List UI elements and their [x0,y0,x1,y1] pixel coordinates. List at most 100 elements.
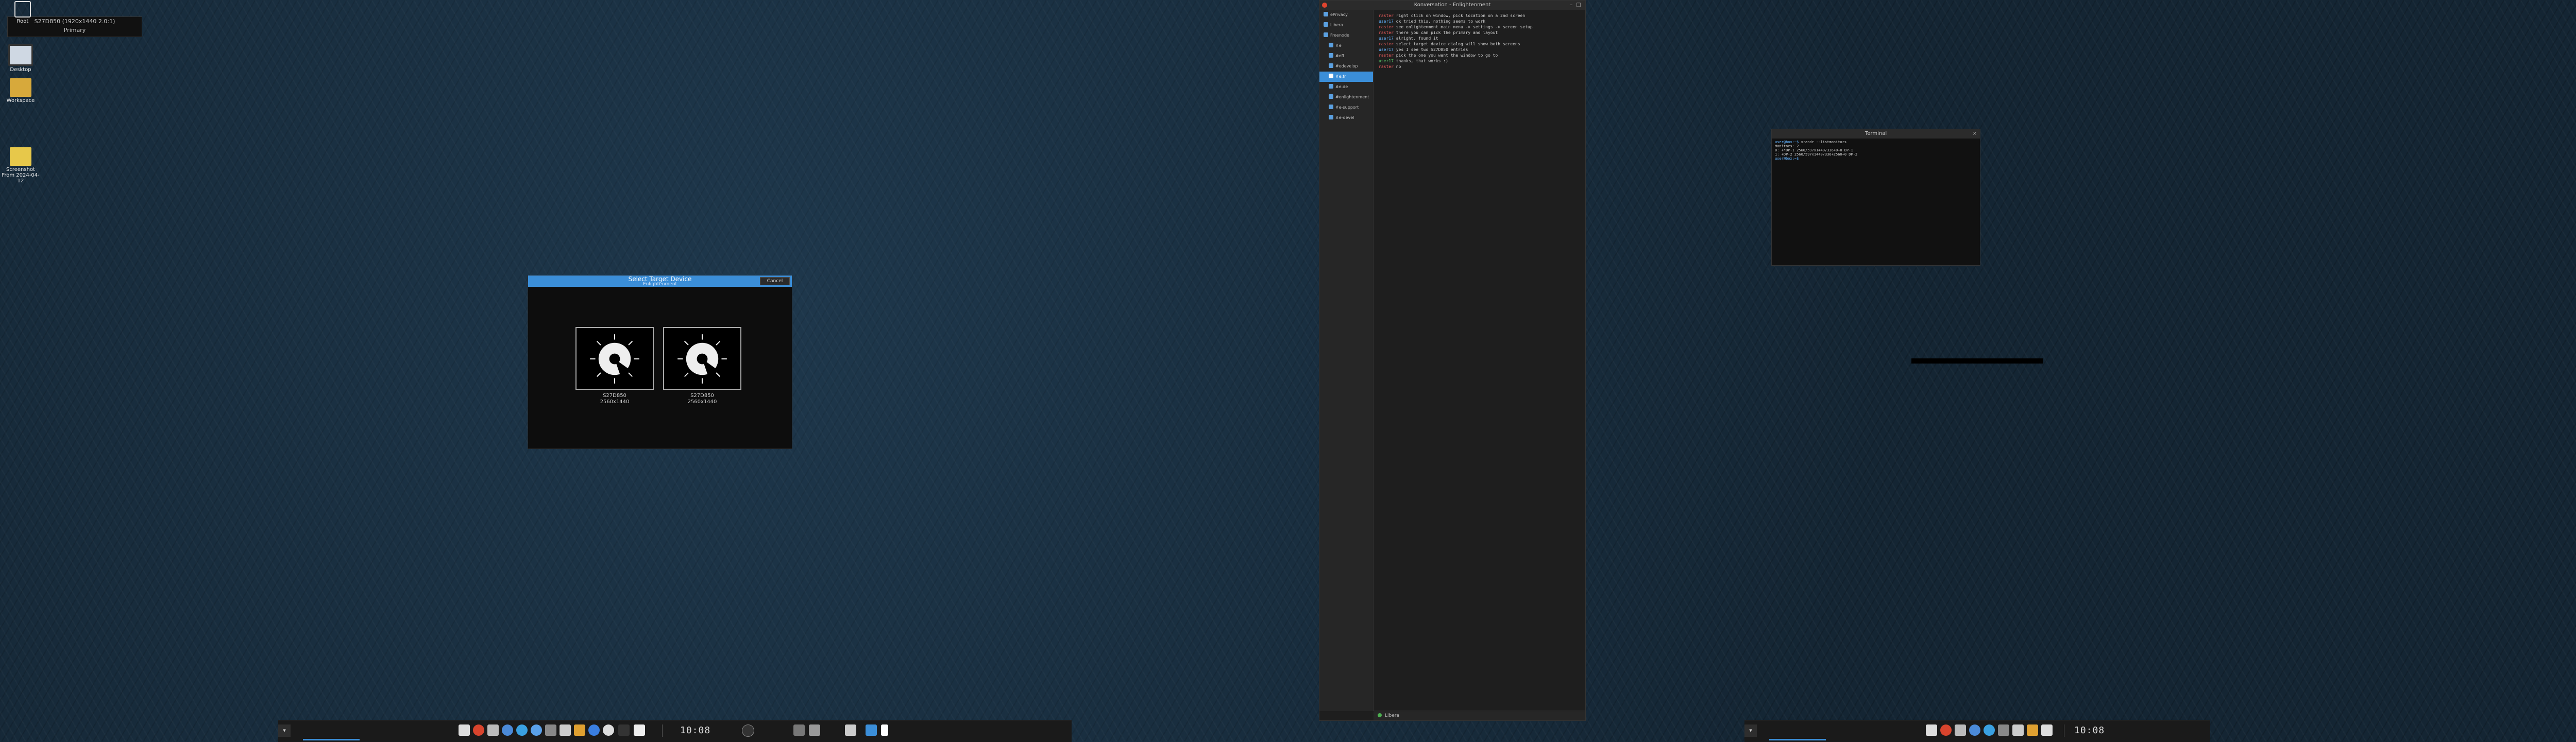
terminal-output[interactable]: user@box:~$ xrandr --listmonitors Monito… [1772,139,1980,162]
channel-tree: ePrivacy Libera Freenode #e #efl #edevel… [1319,10,1374,711]
folder-icon [10,78,31,97]
document-app-icon[interactable] [560,724,571,736]
taskbar-active-indicator [1769,739,1826,740]
power-icon[interactable] [742,724,754,737]
screen-option-1[interactable]: S27D850 2560x1440 [575,327,654,405]
document-app-icon[interactable] [2012,724,2024,736]
calendar-app-icon[interactable] [634,724,645,736]
chat-line: raster select target device dialog will … [1379,42,1520,46]
minimize-icon[interactable]: – [1569,3,1574,8]
chat-line: user17 yes I see two S27D850 entries [1379,47,1468,52]
maximize-icon[interactable]: □ [1576,3,1581,8]
chat-log: raster right click on window, pick locat… [1374,10,1585,702]
select-target-titlebar: Select Target Device Enlightenment Cance… [528,275,792,287]
enlightenment-app-icon[interactable] [1940,724,1952,736]
chat-app-icon[interactable] [531,724,542,736]
desktop-icon-workspace[interactable]: Workspace [5,78,36,103]
server-icon [1324,12,1328,16]
volume-icon[interactable] [809,724,820,736]
tree-node[interactable]: #e [1319,41,1373,51]
close-icon[interactable] [1322,3,1327,8]
folder-app-icon[interactable] [2027,724,2038,736]
tree-node[interactable]: Libera [1319,20,1373,30]
window-subtitle: Enlightenment [642,282,677,287]
terminal-titlebar: Terminal × [1772,129,1980,139]
channel-icon [1329,74,1333,78]
telegram-app-icon[interactable] [1984,724,1995,736]
status-label: Libera [1385,713,1399,718]
media-app-icon[interactable] [603,724,614,736]
window-title: Terminal [1865,131,1887,136]
desktop-icon-screenshot[interactable]: Screenshot From 2024-04-12 [1,147,40,184]
image-app-icon[interactable] [618,724,630,736]
update-icon[interactable] [866,724,877,736]
enlightenment-app-icon[interactable] [473,724,484,736]
terminal-line: 0: +*DP-1 2560/597x1440/336+0+0 DP-1 [1775,148,1853,152]
server-icon [1324,22,1328,27]
browser-app-icon[interactable] [1969,724,1980,736]
server-icon [1324,32,1328,37]
screen-resolution: 2560x1440 [687,399,717,405]
window-title: Konversation - Enlightenment [1414,2,1491,8]
chat-line: user17 thanks, that works :) [1379,59,1448,63]
taskbar-right: ▾ 10:08 [1744,720,2210,742]
tree-node[interactable]: Freenode [1319,30,1373,41]
chat-line: raster right click on window, pick locat… [1379,13,1526,18]
terminal-app-icon[interactable] [1926,724,1937,736]
network-icon[interactable] [793,724,805,736]
cancel-button[interactable]: Cancel [760,277,790,285]
screen-name: S27D850 [690,393,714,399]
folder-app-icon[interactable] [574,724,585,736]
image-app-icon[interactable] [2041,724,2053,736]
start-menu-button[interactable]: ▾ [1744,724,1757,737]
screen-info-line2: Primary [63,27,86,33]
channel-icon [1329,115,1333,119]
desk-pager-icon[interactable] [881,724,888,736]
desktop-icon-root[interactable]: Root [7,1,38,24]
irc-titlebar: Konversation - Enlightenment – □ [1319,1,1585,10]
desktop-icon-label: Desktop [10,67,31,73]
channel-icon [1329,94,1333,99]
channel-icon [1329,53,1333,58]
circle-app-icon[interactable] [588,724,600,736]
browser-app-icon[interactable] [502,724,513,736]
enlightenment-logo-icon [590,334,639,384]
files-app-icon[interactable] [1955,724,1966,736]
tree-node[interactable]: #efl [1319,51,1373,61]
desktop-icon-label: Screenshot From 2024-04-12 [2,167,40,184]
chat-line: raster there you can pick the primary an… [1379,30,1498,35]
tree-node-selected[interactable]: #e.fr [1319,72,1373,82]
status-bar: Libera [1374,711,1585,720]
terminal-line: user@box:~$ xrandr --listmonitors [1775,140,1847,144]
computer-icon [8,44,33,66]
chat-line: user17 alright, found it [1379,36,1438,41]
chat-line: raster np [1379,64,1401,69]
tree-node[interactable]: #enlightenment [1319,92,1373,102]
taskbar-clock: 10:08 [2074,725,2105,736]
screen-preview [663,327,741,390]
terminal-window: Terminal × user@box:~$ xrandr --listmoni… [1771,129,1980,266]
tree-node[interactable]: #edevelop [1319,61,1373,72]
settings-app-icon[interactable] [545,724,556,736]
screen-preview [575,327,654,390]
terminal-line: 1: +DP-2 2560/597x1440/336+2560+0 DP-2 [1775,152,1858,157]
desktop-icon-desktop[interactable]: Desktop [5,44,36,73]
screen-resolution: 2560x1440 [600,399,630,405]
start-menu-button[interactable]: ▾ [278,724,291,737]
terminal-line: Monitors: 2 [1775,144,1799,148]
tree-node[interactable]: #e.de [1319,82,1373,92]
terminal-line: user@box:~$ [1775,157,1799,161]
desktop-icon-label: Root [16,19,29,24]
files-app-icon[interactable] [487,724,499,736]
folder-icon [10,147,31,166]
telegram-app-icon[interactable] [516,724,528,736]
tree-node[interactable]: #e-support [1319,102,1373,113]
terminal-app-icon[interactable] [459,724,470,736]
screen-option-2[interactable]: S27D850 2560x1440 [663,327,741,405]
tree-node[interactable]: ePrivacy [1319,10,1373,20]
close-icon[interactable]: × [1973,129,1977,139]
battery-icon[interactable] [845,724,856,736]
tree-node[interactable]: #e-devel [1319,113,1373,123]
taskbar-active-indicator [303,739,360,740]
settings-app-icon[interactable] [1998,724,2009,736]
